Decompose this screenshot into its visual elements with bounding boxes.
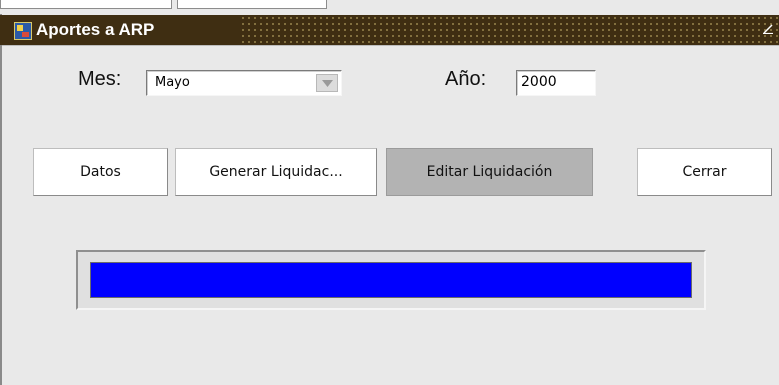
mes-select-value: Mayo [155, 75, 190, 90]
generar-liquidacion-button[interactable]: Generar Liquidac... [175, 148, 377, 196]
form-app-icon [14, 22, 32, 40]
progress-fill [90, 262, 692, 298]
editar-liquidacion-button[interactable]: Editar Liquidación [386, 148, 593, 196]
window-content [2, 45, 779, 385]
anio-label: Año: [445, 68, 487, 90]
anio-input[interactable]: 2000 [516, 70, 596, 96]
window-title: Aportes a ARP [36, 20, 155, 39]
cerrar-button[interactable]: Cerrar [637, 148, 772, 196]
background-field-right [177, 0, 327, 9]
progress-bar [76, 250, 706, 310]
window-titlebar[interactable]: Aportes a ARP [0, 15, 779, 45]
mes-select[interactable]: Mayo [146, 70, 342, 96]
datos-button[interactable]: Datos [33, 148, 168, 196]
chevron-down-icon [322, 80, 333, 87]
mes-dropdown-button[interactable] [316, 74, 338, 92]
minimize-icon[interactable] [763, 24, 773, 34]
mes-label: Mes: [78, 68, 122, 90]
background-field-left [0, 0, 172, 9]
background-controls-strip [0, 0, 779, 14]
